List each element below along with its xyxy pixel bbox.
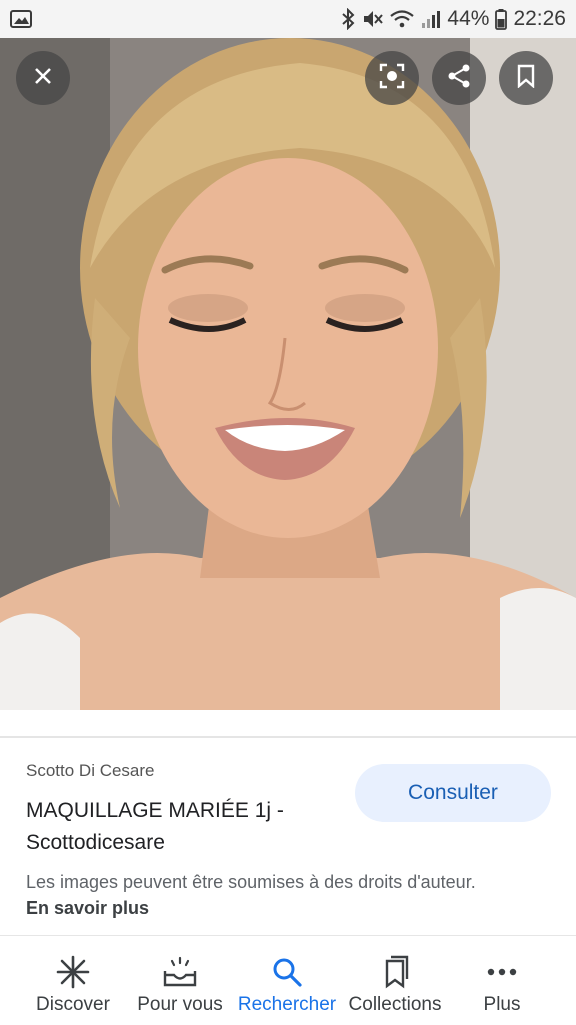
save-button[interactable] xyxy=(499,51,553,105)
portrait-illustration xyxy=(0,38,576,710)
asterisk-icon xyxy=(56,950,90,994)
share-icon xyxy=(446,63,472,94)
nav-label: Collections xyxy=(348,994,442,1015)
bookmark-icon xyxy=(516,64,536,93)
bottom-nav: Discover Pour vous Rechercher Collection… xyxy=(0,935,576,1025)
nav-label: Plus xyxy=(483,994,521,1015)
nav-pour-vous[interactable]: Pour vous xyxy=(130,936,230,1025)
share-button[interactable] xyxy=(432,51,486,105)
bookmark-stack-icon xyxy=(380,950,410,994)
source-name: Scotto Di Cesare xyxy=(26,761,155,780)
inbox-icon xyxy=(162,950,198,994)
signal-icon xyxy=(421,9,441,29)
gallery-icon xyxy=(10,9,32,34)
nav-label: Rechercher xyxy=(237,994,337,1015)
result-title[interactable]: MAQUILLAGE MARIÉE 1j - Scottodicesare xyxy=(26,795,326,859)
learn-more-link[interactable]: En savoir plus xyxy=(26,898,149,919)
nav-discover[interactable]: Discover xyxy=(18,936,128,1025)
search-icon xyxy=(271,950,303,994)
nav-rechercher[interactable]: Rechercher xyxy=(232,936,342,1025)
mute-icon xyxy=(361,8,384,30)
status-bar: 44% 22:26 xyxy=(0,0,576,38)
nav-label: Discover xyxy=(36,994,110,1015)
lens-button[interactable] xyxy=(365,51,419,105)
lens-icon xyxy=(379,63,405,94)
result-image[interactable] xyxy=(0,38,576,710)
copyright-notice: Les images peuvent être soumises à des d… xyxy=(26,872,476,892)
nav-label: Pour vous xyxy=(137,994,223,1015)
battery-icon xyxy=(495,8,508,30)
battery-percent: 44% xyxy=(447,7,490,30)
clock: 22:26 xyxy=(513,7,566,30)
close-icon xyxy=(33,66,53,91)
close-button[interactable] xyxy=(16,51,70,105)
more-icon xyxy=(486,950,518,994)
nav-plus[interactable]: Plus xyxy=(452,936,552,1025)
bluetooth-icon xyxy=(341,8,355,30)
divider xyxy=(0,736,576,738)
consult-button[interactable]: Consulter xyxy=(355,764,551,822)
wifi-icon xyxy=(389,9,415,29)
nav-collections[interactable]: Collections xyxy=(341,936,449,1025)
